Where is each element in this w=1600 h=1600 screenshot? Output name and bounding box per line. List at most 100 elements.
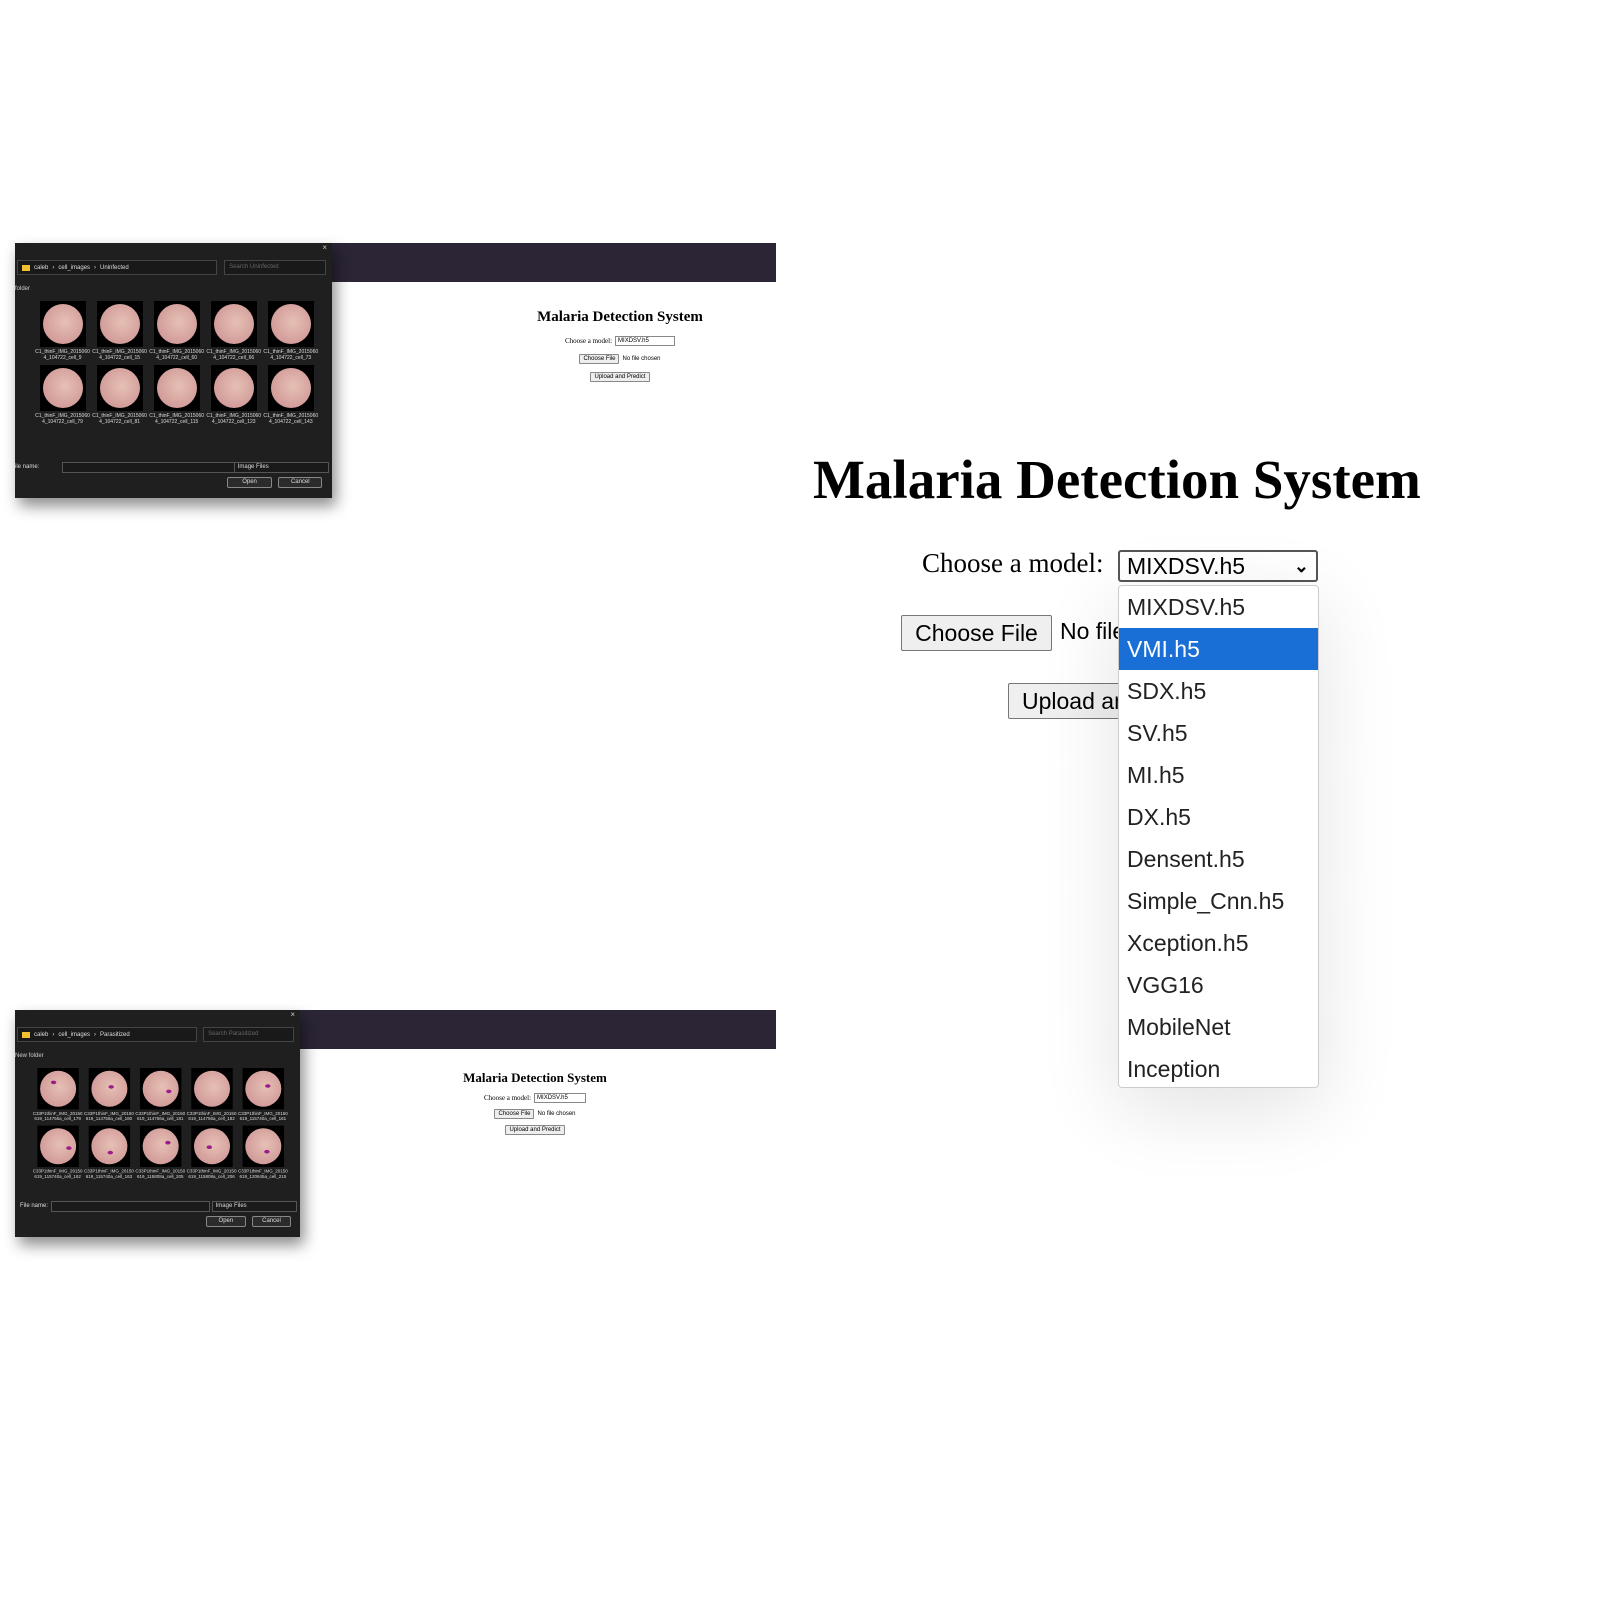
- file-grid: C33P1thinF_IMG_20150619_114756a_cell_179…: [32, 1068, 289, 1180]
- cell-blob: [270, 304, 311, 344]
- model-option[interactable]: VMI.h5: [1119, 628, 1318, 670]
- cell-blob: [99, 304, 140, 344]
- upload-predict-button[interactable]: Upload and Predict: [590, 372, 650, 382]
- new-folder-button[interactable]: folder: [15, 286, 30, 292]
- file-item[interactable]: C1_thinF_IMG_20150604_104722_cell_9: [34, 301, 91, 361]
- open-button[interactable]: Open: [205, 1216, 246, 1227]
- cell-blob: [193, 1070, 230, 1107]
- file-dialog: × caleb › cell_images › Uninfected Search Unin…: [15, 243, 332, 498]
- cell-image-thumbnail: [139, 1068, 182, 1110]
- file-item[interactable]: C1_thinF_IMG_20150604_104722_cell_73: [262, 301, 319, 361]
- model-option[interactable]: MI.h5: [1119, 754, 1318, 796]
- model-option[interactable]: VGG16: [1119, 964, 1318, 1006]
- model-label: Choose a model:: [922, 548, 1104, 578]
- breadcrumb-item[interactable]: Uninfected: [100, 265, 129, 271]
- model-option[interactable]: SDX.h5: [1119, 670, 1318, 712]
- address-bar[interactable]: caleb › cell_images › Uninfected: [17, 260, 217, 275]
- file-item[interactable]: C1_thinF_IMG_20150604_104722_cell_79: [34, 365, 91, 425]
- cell-image-thumbnail: [88, 1125, 130, 1167]
- breadcrumb-item[interactable]: caleb: [34, 1032, 48, 1038]
- cancel-button[interactable]: Cancel: [251, 1216, 292, 1227]
- file-grid: C1_thinF_IMG_20150604_104722_cell_9 C1_th…: [34, 301, 319, 425]
- model-select[interactable]: MIXDSV.h5 ⌄: [1118, 550, 1318, 582]
- file-name-label: C33P1thinF_IMG_20150619_114756a_cell_182: [186, 1111, 237, 1122]
- parasite-mark: [264, 1084, 271, 1088]
- file-item[interactable]: C1_thinF_IMG_20150604_104722_cell_143: [262, 365, 319, 425]
- file-item[interactable]: C1_thinF_IMG_20150604_104722_cell_115: [148, 365, 205, 425]
- cell-image-thumbnail: [139, 1125, 182, 1167]
- breadcrumb-item[interactable]: caleb: [34, 265, 48, 271]
- screenshot-parasitized: Malaria Detection System Choose a model:…: [15, 1010, 776, 1270]
- file-status: No file chosen: [1060, 618, 1120, 644]
- file-status: No file chosen: [537, 1111, 576, 1117]
- cell-image-thumbnail: [39, 365, 86, 411]
- model-option[interactable]: Xception.h5: [1119, 922, 1318, 964]
- file-item[interactable]: C33P1thinF_IMG_20150619_115740a_cell_161: [237, 1068, 288, 1122]
- file-status: No file chosen: [622, 356, 661, 362]
- file-type-select[interactable]: Image Files: [211, 1201, 298, 1212]
- file-item[interactable]: C33P1thinF_IMG_20150619_115808a_cell_205: [135, 1125, 186, 1180]
- file-item[interactable]: C33P1thinF_IMG_20150619_115740a_cell_163: [83, 1125, 134, 1180]
- file-name-label: C1_thinF_IMG_20150604_104722_cell_143: [263, 413, 319, 425]
- page-title: Malaria Detection System: [813, 449, 1421, 510]
- search-input[interactable]: Search Uninfected: [224, 260, 326, 275]
- new-folder-button[interactable]: New folder: [15, 1053, 44, 1059]
- close-icon[interactable]: ×: [290, 1010, 295, 1019]
- choose-file-button[interactable]: Choose File: [579, 354, 620, 364]
- web-form: Malaria Detection System Choose a model:…: [415, 1070, 655, 1143]
- file-name-input[interactable]: [61, 462, 240, 473]
- file-item[interactable]: C33P1thinF_IMG_20150619_114756a_cell_179: [32, 1068, 83, 1122]
- model-option[interactable]: Inception: [1119, 1048, 1318, 1087]
- breadcrumb-item[interactable]: cell_images: [58, 265, 90, 271]
- file-name-input[interactable]: [50, 1201, 211, 1212]
- selected-model: MIXDSV.h5: [1127, 553, 1246, 579]
- model-select[interactable]: MIXDSV.h5: [615, 336, 676, 346]
- file-dialog: × caleb › cell_images › Parasitized Search Par…: [15, 1010, 300, 1237]
- breadcrumb-item[interactable]: cell_images: [58, 1032, 90, 1038]
- model-option[interactable]: Densent.h5: [1119, 838, 1318, 880]
- model-option[interactable]: Simple_Cnn.h5: [1119, 880, 1318, 922]
- model-option[interactable]: DX.h5: [1119, 796, 1318, 838]
- file-item[interactable]: C33P1thinF_IMG_20150619_114756a_cell_180: [83, 1068, 134, 1122]
- folder-icon: [22, 1031, 30, 1038]
- parasite-mark: [263, 1149, 270, 1154]
- file-name-label: C1_thinF_IMG_20150604_104722_cell_123: [206, 413, 262, 425]
- file-item[interactable]: C33P1thinF_IMG_20150619_115740a_cell_162: [32, 1125, 83, 1180]
- file-item[interactable]: C1_thinF_IMG_20150604_104722_cell_123: [205, 365, 262, 425]
- file-name-label: ile name:: [15, 464, 40, 470]
- breadcrumb-item[interactable]: Parasitized: [100, 1032, 130, 1038]
- upload-predict-button[interactable]: Upload and Predict: [505, 1125, 565, 1135]
- parasite-mark: [165, 1089, 172, 1094]
- choose-file-button[interactable]: Choose File: [901, 615, 1052, 651]
- file-item[interactable]: C33P1thinF_IMG_20150619_120645a_cell_215: [237, 1125, 288, 1180]
- file-name-label: C33P1thinF_IMG_20150619_114756a_cell_181: [135, 1111, 186, 1122]
- close-icon[interactable]: ×: [322, 243, 327, 252]
- cancel-button[interactable]: Cancel: [278, 477, 323, 488]
- file-item[interactable]: C33P1thinF_IMG_20150619_115808a_cell_206: [186, 1125, 237, 1180]
- file-item[interactable]: C1_thinF_IMG_20150604_104722_cell_15: [91, 301, 148, 361]
- cell-blob: [213, 304, 254, 344]
- model-select[interactable]: MIXDSV.h5: [534, 1093, 587, 1103]
- file-item[interactable]: C33P1thinF_IMG_20150619_114756a_cell_181: [135, 1068, 186, 1122]
- file-type-select[interactable]: Image Files: [233, 462, 329, 473]
- model-option[interactable]: MIXDSV.h5: [1119, 586, 1318, 628]
- address-bar[interactable]: caleb › cell_images › Parasitized: [17, 1027, 197, 1042]
- open-button[interactable]: Open: [227, 477, 272, 488]
- cell-blob: [142, 1070, 179, 1107]
- cell-image-thumbnail: [37, 1068, 79, 1110]
- model-option[interactable]: MobileNet: [1119, 1006, 1318, 1048]
- file-item[interactable]: C1_thinF_IMG_20150604_104722_cell_66: [205, 301, 262, 361]
- search-input[interactable]: Search Parasitized: [203, 1027, 295, 1042]
- model-option[interactable]: SV.h5: [1119, 712, 1318, 754]
- choose-file-button[interactable]: Choose File: [494, 1109, 535, 1119]
- file-name-label: File name:: [20, 1203, 49, 1209]
- cell-image-thumbnail: [267, 365, 314, 411]
- file-item[interactable]: C1_thinF_IMG_20150604_104722_cell_60: [148, 301, 205, 361]
- cell-image-thumbnail: [210, 301, 257, 347]
- file-name-label: C33P1thinF_IMG_20150619_120645a_cell_215: [238, 1168, 288, 1180]
- model-dropdown-list: MIXDSV.h5 VMI.h5 SDX.h5 SV.h5 MI.h5 DX.h5 Dens…: [1118, 585, 1319, 1088]
- file-item[interactable]: C1_thinF_IMG_20150604_104722_cell_81: [91, 365, 148, 425]
- parasite-mark: [50, 1080, 56, 1085]
- cell-blob: [193, 1128, 230, 1165]
- file-item[interactable]: C33P1thinF_IMG_20150619_114756a_cell_182: [186, 1068, 237, 1122]
